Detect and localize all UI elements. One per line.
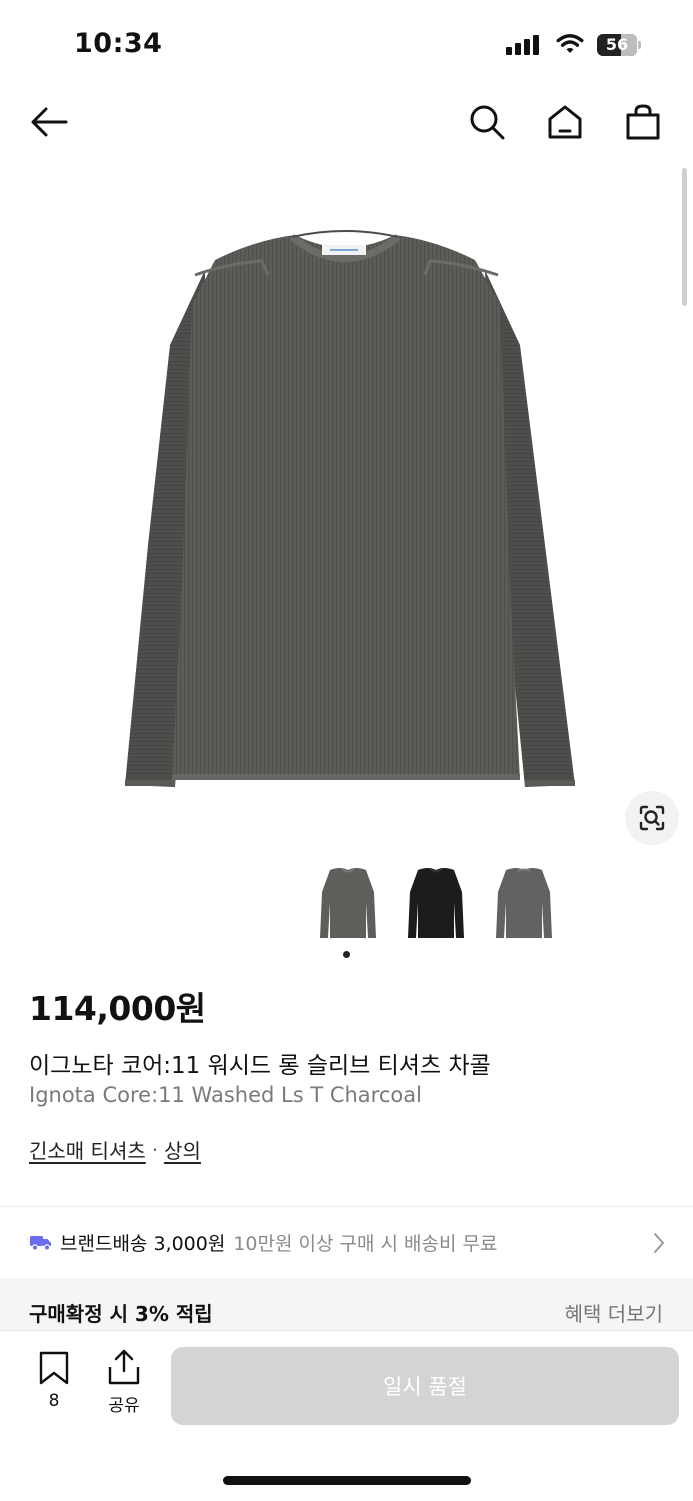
- cellular-signal-icon: [506, 35, 539, 55]
- sold-out-button[interactable]: 일시 품절: [171, 1347, 679, 1425]
- product-name-english: Ignota Core:11 Washed Ls T Charcoal: [29, 1083, 422, 1107]
- shopping-bag-icon: [626, 104, 660, 140]
- share-icon: [108, 1349, 140, 1385]
- back-button[interactable]: [27, 100, 71, 144]
- share-label: 공유: [108, 1396, 140, 1416]
- cart-button[interactable]: [621, 100, 665, 144]
- battery-indicator: 56: [597, 34, 643, 56]
- product-main-image[interactable]: [0, 165, 693, 855]
- share-button[interactable]: 공유: [102, 1349, 146, 1416]
- thumbnail-black[interactable]: [404, 862, 468, 946]
- visual-search-button[interactable]: [625, 791, 679, 845]
- carousel-indicator-dot: [343, 951, 350, 958]
- more-benefits-link[interactable]: 혜택 더보기: [565, 1298, 663, 1327]
- arrow-left-icon: [31, 107, 68, 137]
- category-separator: ·: [151, 1137, 159, 1162]
- points-reward-text: 구매확정 시 3% 적립: [29, 1302, 213, 1326]
- product-price: 114,000원: [29, 989, 206, 1028]
- bookmark-button[interactable]: 8: [33, 1351, 75, 1411]
- thumbnail-charcoal[interactable]: [316, 862, 380, 946]
- visual-search-icon: [639, 805, 665, 831]
- image-scrollbar[interactable]: [682, 168, 687, 306]
- section-divider: [0, 1206, 693, 1207]
- product-name-korean: 이그노타 코어:11 워시드 롱 슬리브 티셔츠 차콜: [29, 1053, 491, 1079]
- battery-level: 56: [605, 35, 629, 54]
- home-icon: [548, 105, 582, 139]
- search-icon: [470, 105, 505, 140]
- status-time: 10:34: [74, 28, 163, 59]
- category-breadcrumb: 긴소매 티셔츠 · 상의: [29, 1135, 201, 1164]
- search-button[interactable]: [465, 100, 509, 144]
- thumbnail-charcoal-back[interactable]: [492, 862, 556, 946]
- home-indicator: [223, 1476, 471, 1485]
- bookmark-count: 8: [48, 1391, 60, 1411]
- wifi-icon: [556, 33, 584, 59]
- truck-icon: [30, 1236, 51, 1251]
- free-shipping-condition: 10만원 이상 구매 시 배송비 무료: [233, 1232, 498, 1255]
- delivery-fee-text: 브랜드배송 3,000원: [60, 1232, 226, 1255]
- delivery-info-row[interactable]: 브랜드배송 3,000원 10만원 이상 구매 시 배송비 무료: [0, 1208, 693, 1276]
- category-link-long-sleeve[interactable]: 긴소매 티셔츠: [29, 1135, 146, 1164]
- chevron-right-icon: [654, 1233, 664, 1253]
- bookmark-icon: [39, 1351, 69, 1385]
- category-link-tops[interactable]: 상의: [164, 1135, 201, 1164]
- home-button[interactable]: [543, 100, 587, 144]
